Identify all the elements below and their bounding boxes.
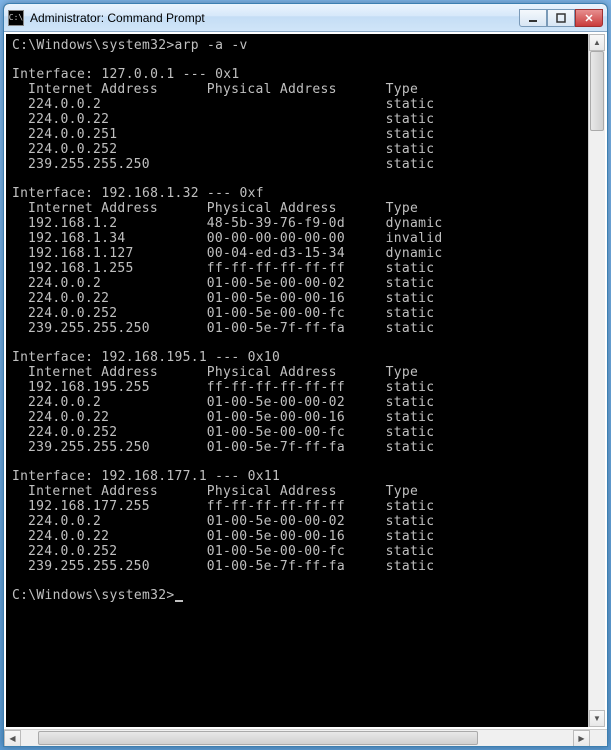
table-header: Internet Address Physical Address Type (12, 201, 582, 216)
scroll-down-button[interactable]: ▼ (589, 710, 605, 727)
arp-entry: 239.255.255.250 01-00-5e-7f-ff-fa static (12, 559, 582, 574)
scrollbar-vertical[interactable]: ▲ ▼ (588, 34, 605, 727)
table-header: Internet Address Physical Address Type (12, 82, 582, 97)
scroll-thumb-vertical[interactable] (590, 51, 604, 131)
maximize-button[interactable] (547, 9, 575, 27)
minimize-button[interactable] (519, 9, 547, 27)
window-controls (519, 9, 603, 27)
arp-entry: 224.0.0.2 01-00-5e-00-00-02 static (12, 395, 582, 410)
arp-entry: 192.168.1.2 48-5b-39-76-f9-0d dynamic (12, 216, 582, 231)
arp-entry: 239.255.255.250 01-00-5e-7f-ff-fa static (12, 440, 582, 455)
arp-entry: 224.0.0.252 01-00-5e-00-00-fc static (12, 425, 582, 440)
arp-entry: 239.255.255.250 static (12, 157, 582, 172)
cursor (175, 600, 183, 602)
arp-entry: 224.0.0.2 static (12, 97, 582, 112)
scroll-right-button[interactable]: ▶ (573, 730, 590, 747)
arp-entry: 192.168.1.127 00-04-ed-d3-15-34 dynamic (12, 246, 582, 261)
interface-header: Interface: 192.168.1.32 --- 0xf (12, 186, 582, 201)
close-button[interactable] (575, 9, 603, 27)
app-icon: C:\ (8, 10, 24, 26)
arp-entry: 224.0.0.251 static (12, 127, 582, 142)
arp-entry: 224.0.0.252 01-00-5e-00-00-fc static (12, 544, 582, 559)
terminal-container: C:\Windows\system32>arp -a -v Interface: … (4, 32, 607, 729)
scroll-left-button[interactable]: ◀ (4, 730, 21, 747)
arp-entry: 224.0.0.22 01-00-5e-00-00-16 static (12, 291, 582, 306)
command-line: C:\Windows\system32>arp -a -v (12, 38, 582, 53)
interface-header: Interface: 192.168.195.1 --- 0x10 (12, 350, 582, 365)
scroll-track-horizontal[interactable] (21, 730, 573, 746)
command-prompt-window: C:\ Administrator: Command Prompt C:\Win… (3, 3, 608, 747)
interface-block: Interface: 192.168.177.1 --- 0x11Interne… (12, 469, 582, 574)
interface-header: Interface: 192.168.177.1 --- 0x11 (12, 469, 582, 484)
arp-entry: 224.0.0.2 01-00-5e-00-00-02 static (12, 276, 582, 291)
arp-entry: 192.168.177.255 ff-ff-ff-ff-ff-ff static (12, 499, 582, 514)
scroll-thumb-horizontal[interactable] (38, 731, 478, 745)
arp-entry: 224.0.0.22 01-00-5e-00-00-16 static (12, 410, 582, 425)
arp-entry: 224.0.0.2 01-00-5e-00-00-02 static (12, 514, 582, 529)
interface-header: Interface: 127.0.0.1 --- 0x1 (12, 67, 582, 82)
table-header: Internet Address Physical Address Type (12, 365, 582, 380)
arp-entry: 239.255.255.250 01-00-5e-7f-ff-fa static (12, 321, 582, 336)
titlebar[interactable]: C:\ Administrator: Command Prompt (4, 4, 607, 32)
terminal-output[interactable]: C:\Windows\system32>arp -a -v Interface: … (6, 34, 588, 727)
close-icon (584, 13, 594, 23)
interface-block: Interface: 127.0.0.1 --- 0x1Internet Add… (12, 67, 582, 172)
arp-entry: 192.168.1.255 ff-ff-ff-ff-ff-ff static (12, 261, 582, 276)
arp-entry: 224.0.0.252 static (12, 142, 582, 157)
interface-block: Interface: 192.168.1.32 --- 0xfInternet … (12, 186, 582, 336)
window-title: Administrator: Command Prompt (30, 11, 519, 25)
arp-entry: 224.0.0.252 01-00-5e-00-00-fc static (12, 306, 582, 321)
prompt-ready: C:\Windows\system32> (12, 588, 582, 603)
arp-entry: 192.168.1.34 00-00-00-00-00-00 invalid (12, 231, 582, 246)
maximize-icon (556, 13, 566, 23)
arp-entry: 224.0.0.22 static (12, 112, 582, 127)
scroll-corner (590, 730, 607, 746)
scrollbar-horizontal[interactable]: ◀ ▶ (4, 729, 607, 746)
scroll-up-button[interactable]: ▲ (589, 34, 605, 51)
interface-block: Interface: 192.168.195.1 --- 0x10Interne… (12, 350, 582, 455)
arp-entry: 224.0.0.22 01-00-5e-00-00-16 static (12, 529, 582, 544)
arp-entry: 192.168.195.255 ff-ff-ff-ff-ff-ff static (12, 380, 582, 395)
table-header: Internet Address Physical Address Type (12, 484, 582, 499)
minimize-icon (528, 13, 538, 23)
